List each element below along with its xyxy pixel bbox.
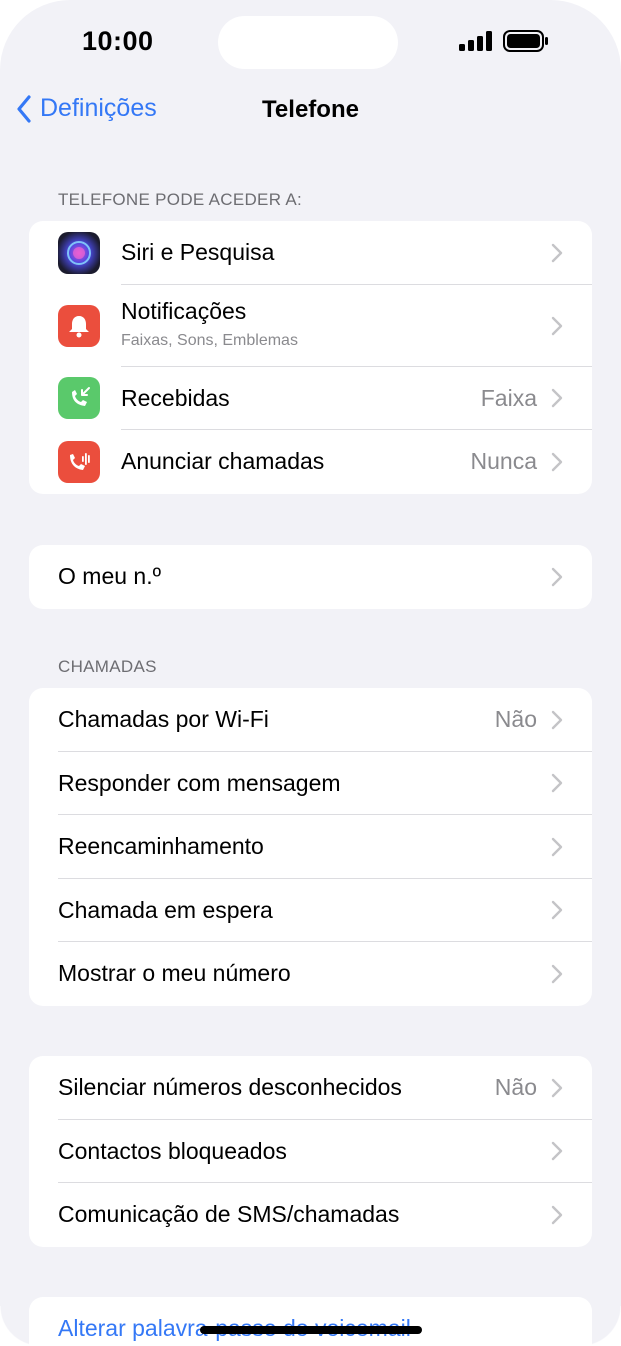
row-label: Anunciar chamadas	[121, 448, 325, 475]
section-header-access: TELEFONE PODE ACEDER A:	[58, 190, 303, 209]
status-time: 10:00	[82, 26, 154, 56]
chevron-right-icon	[551, 774, 563, 793]
row-my-number[interactable]: O meu n.º	[29, 545, 592, 609]
chevron-right-icon	[551, 243, 563, 262]
row-label: Recebidas	[121, 384, 230, 411]
status-bar: 10:00	[0, 0, 621, 84]
row-label: O meu n.º	[58, 563, 161, 590]
notifications-icon	[58, 304, 100, 347]
row-sublabel: Faixas, Sons, Emblemas	[121, 331, 298, 349]
row-label: Comunicação de SMS/chamadas	[58, 1201, 400, 1228]
row-respond-with-text[interactable]: Responder com mensagem	[29, 752, 592, 815]
chevron-right-icon	[551, 710, 563, 729]
home-indicator[interactable]	[200, 1326, 422, 1334]
battery-icon	[503, 30, 548, 52]
page-title: Telefone	[262, 96, 359, 123]
row-siri-search[interactable]: Siri e Pesquisa	[29, 221, 592, 285]
row-value: Nunca	[470, 448, 537, 475]
navigation-bar: Definições Telefone	[0, 84, 621, 136]
siri-icon	[58, 231, 100, 274]
row-label: Contactos bloqueados	[58, 1137, 287, 1164]
row-incoming[interactable]: Recebidas Faixa	[29, 367, 592, 430]
group-access: Siri e Pesquisa Notificações Faixas, Son…	[29, 221, 592, 494]
chevron-right-icon	[551, 567, 563, 586]
group-my-number: O meu n.º	[29, 545, 592, 609]
row-label: Silenciar números desconhecidos	[58, 1074, 402, 1101]
row-label: Chamadas por Wi-Fi	[58, 706, 269, 733]
row-blocked-contacts[interactable]: Contactos bloqueados	[29, 1120, 592, 1183]
row-label: Chamada em espera	[58, 896, 273, 923]
row-wifi-calling[interactable]: Chamadas por Wi-Fi Não	[29, 688, 592, 752]
screen-corner	[0, 1306, 40, 1346]
row-sms-call-reporting[interactable]: Comunicação de SMS/chamadas	[29, 1183, 592, 1247]
group-calls: Chamadas por Wi-Fi Não Responder com men…	[29, 688, 592, 1006]
row-label: Responder com mensagem	[58, 769, 341, 796]
section-header-calls: CHAMADAS	[58, 657, 157, 676]
row-call-waiting[interactable]: Chamada em espera	[29, 879, 592, 942]
row-label: Reencaminhamento	[58, 833, 264, 860]
chevron-right-icon	[551, 1205, 563, 1224]
row-change-voicemail-password[interactable]: Alterar palavra-passe do voicemail	[29, 1297, 592, 1346]
row-label: Mostrar o meu número	[58, 960, 291, 987]
row-label: Siri e Pesquisa	[121, 239, 275, 266]
row-label: Notificações	[121, 297, 247, 324]
row-silence-unknown[interactable]: Silenciar números desconhecidos Não	[29, 1056, 592, 1120]
chevron-right-icon	[551, 316, 563, 335]
chevron-right-icon	[551, 1142, 563, 1161]
row-value: Faixa	[480, 384, 537, 411]
row-value: Não	[494, 1074, 537, 1101]
chevron-right-icon	[551, 901, 563, 920]
row-announce-calls[interactable]: Anunciar chamadas Nunca	[29, 430, 592, 494]
screen-corner	[581, 1306, 621, 1346]
row-show-caller-id[interactable]: Mostrar o meu número	[29, 942, 592, 1006]
row-call-forwarding[interactable]: Reencaminhamento	[29, 815, 592, 879]
chevron-right-icon	[551, 452, 563, 471]
chevron-right-icon	[551, 1078, 563, 1097]
announce-calls-icon	[58, 440, 100, 483]
chevron-right-icon	[551, 389, 563, 408]
group-voicemail: Alterar palavra-passe do voicemail	[29, 1297, 592, 1346]
group-blocking: Silenciar números desconhecidos Não Cont…	[29, 1056, 592, 1247]
dynamic-island	[218, 16, 398, 69]
row-value: Não	[494, 706, 537, 733]
row-notifications[interactable]: Notificações Faixas, Sons, Emblemas	[29, 285, 592, 367]
phone-screen: 10:00 Definições Telefone TELEFONE PODE …	[0, 0, 621, 1346]
incoming-call-icon	[58, 377, 100, 420]
cellular-signal-icon	[459, 31, 492, 51]
chevron-right-icon	[551, 837, 563, 856]
chevron-right-icon	[551, 964, 563, 983]
